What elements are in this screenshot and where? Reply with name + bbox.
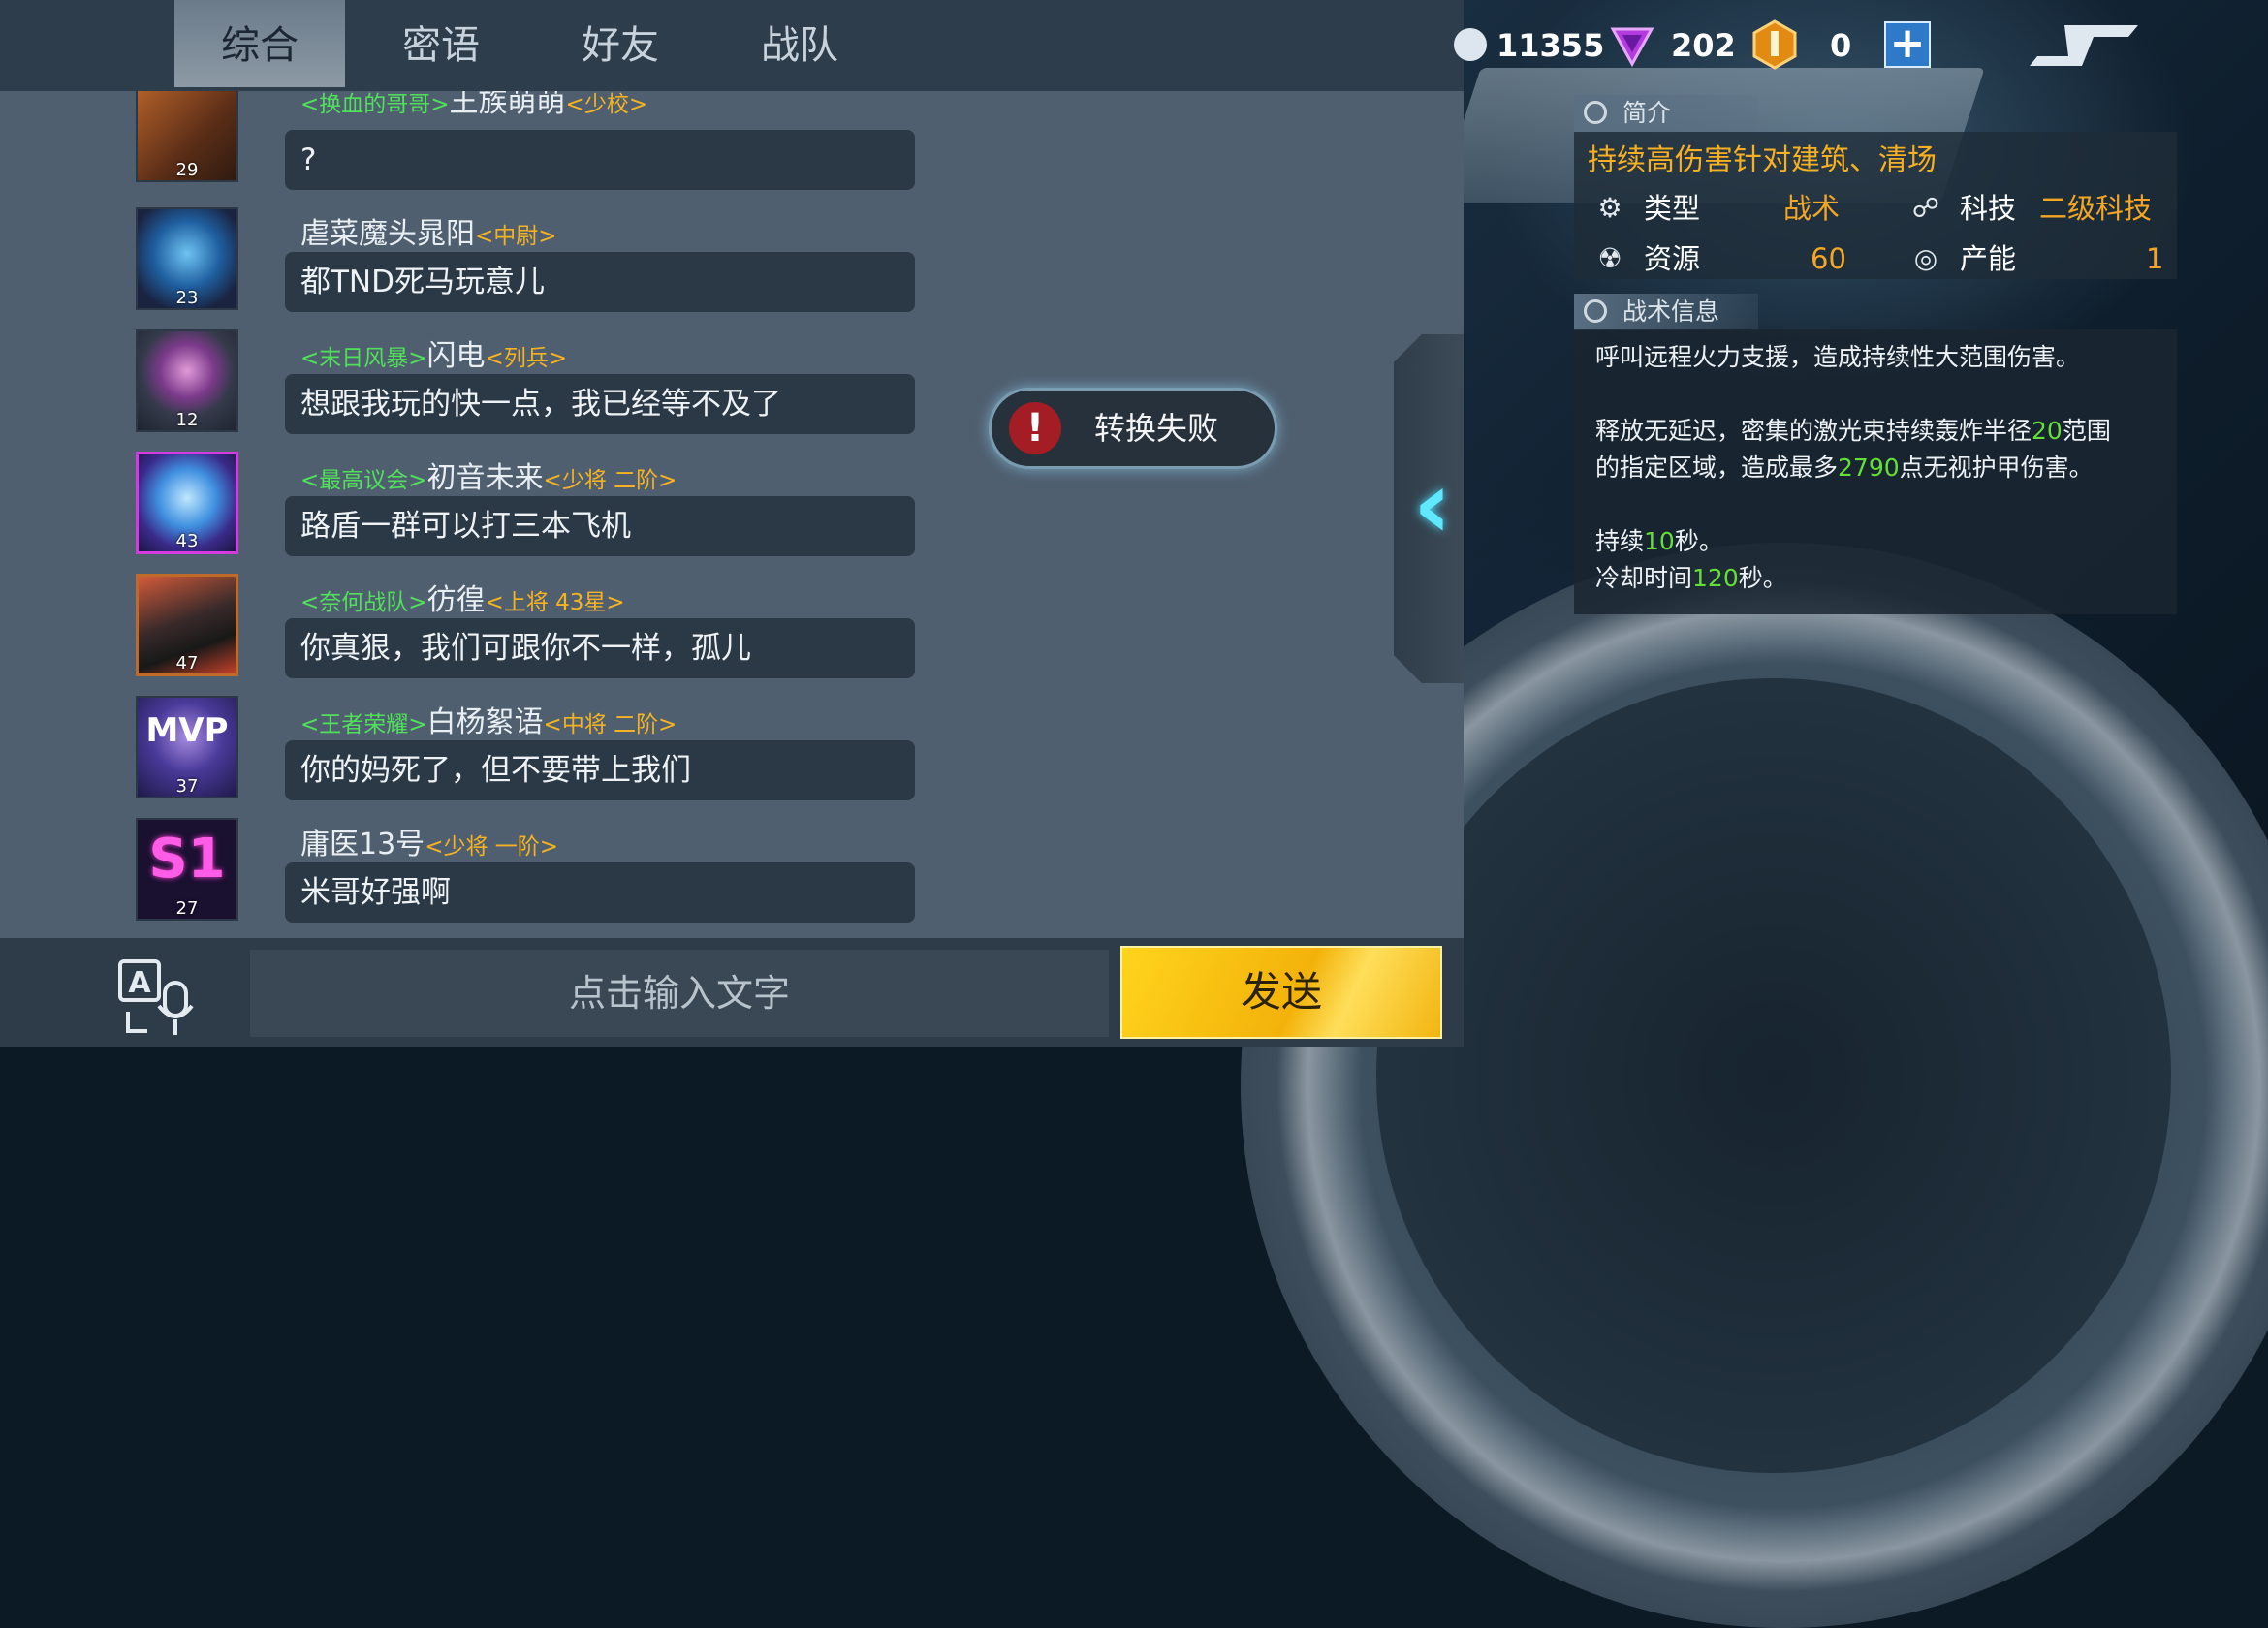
tab-friends[interactable]: 好友 — [538, 0, 703, 87]
mvp-emblem-icon: MVP — [145, 711, 229, 750]
gem-icon — [1610, 27, 1654, 68]
message-bubble: 米哥好强啊 — [285, 862, 915, 923]
sender-guild: <最高议会> — [300, 468, 427, 493]
avatar-level: 27 — [175, 898, 199, 919]
avatar-level: 47 — [175, 653, 199, 673]
sender-rank: <中将 二阶> — [543, 712, 677, 737]
avatar[interactable]: MVP 37 — [136, 696, 238, 798]
chat-tabs: 综合 密语 好友 战队 — [0, 0, 1464, 91]
message-bubble: 想跟我玩的快一点，我已经等不及了 — [285, 374, 915, 434]
desc-line: 释放无延迟，密集的激光束持续轰炸半径20范围 — [1595, 417, 2111, 445]
stat-tech: ☍ 科技 二级科技 — [1906, 186, 2177, 231]
voice-text-toggle-icon: A — [118, 959, 194, 1035]
sender-line: <王者荣耀>白杨絮语<中将 二阶> — [300, 698, 677, 740]
message-bubble: ? — [285, 130, 915, 190]
tab-team[interactable]: 战队 — [717, 0, 882, 87]
message-bubble: 都TND死马玩意儿 — [285, 252, 915, 312]
avatar[interactable]: 29 — [136, 91, 238, 182]
avatar[interactable]: S1 27 — [136, 818, 238, 921]
sender-name[interactable]: 王族萌萌 — [450, 91, 566, 119]
sender-line: 庸医13号<少将 一阶> — [300, 820, 558, 862]
avatar[interactable]: 43 — [136, 452, 238, 554]
stat-power: ◎ 产能 1 — [1906, 236, 2177, 281]
type-icon: ⚙ — [1597, 192, 1622, 224]
message-list[interactable]: 29 <换血的哥哥>王族萌萌<少校> ? 23 虐菜魔头晁阳<中尉> 都TND死… — [0, 91, 1464, 938]
sender-name[interactable]: 彷徨 — [427, 583, 486, 617]
sender-rank: <列兵> — [485, 346, 568, 371]
message-bubble: 你的妈死了，但不要带上我们 — [285, 740, 915, 800]
send-button[interactable]: 发送 — [1120, 946, 1442, 1039]
sender-name[interactable]: 庸医13号 — [300, 828, 425, 861]
tab-general[interactable]: 综合 — [174, 0, 345, 87]
resource-icon: ☢ — [1597, 242, 1622, 274]
error-toast: ! 转换失败 — [989, 388, 1277, 469]
sender-name[interactable]: 初音未来 — [427, 461, 544, 495]
svg-text:A: A — [128, 966, 151, 1000]
chat-panel: 综合 密语 好友 战队 29 <换血的哥哥>王族萌萌<少校> ? 23 虐菜魔头… — [0, 0, 1464, 1047]
medal-value: 0 — [1830, 27, 1852, 64]
sender-rank: <少校> — [565, 92, 648, 117]
stat-resource: ☢ 资源 60 — [1590, 236, 1851, 281]
game-logo-icon — [2030, 25, 2138, 66]
collapse-panel-button[interactable]: ‹ — [1394, 334, 1464, 683]
sender-rank: <少将 二阶> — [543, 468, 677, 493]
avatar-level: 29 — [175, 160, 199, 180]
tactic-header: 战术信息 — [1574, 294, 1758, 330]
avatar-level: 43 — [175, 531, 199, 551]
sender-name[interactable]: 虐菜魔头晁阳 — [300, 217, 475, 251]
stat-type: ⚙ 类型 战术 — [1590, 186, 1851, 231]
medal-icon — [1752, 19, 1797, 70]
sender-line: <最高议会>初音未来<少将 二阶> — [300, 454, 677, 496]
sender-line: <末日风暴>闪电<列兵> — [300, 331, 567, 374]
toast-text: 转换失败 — [1094, 410, 1219, 447]
tech-tree-icon: ☍ — [1911, 192, 1940, 224]
scene-platform-inner — [1376, 678, 2171, 1473]
sender-name[interactable]: 闪电 — [427, 339, 486, 373]
sender-guild: <奈何战队> — [300, 590, 427, 615]
avatar[interactable]: 47 — [136, 574, 238, 676]
section-icon — [1584, 101, 1607, 124]
section-icon — [1584, 299, 1607, 323]
desc-line: 冷却时间120秒。 — [1595, 564, 1787, 592]
sender-guild: <王者荣耀> — [300, 712, 427, 737]
voice-input-button[interactable]: A — [114, 957, 202, 1041]
warning-icon: ! — [1009, 402, 1061, 454]
avatar[interactable]: 12 — [136, 329, 238, 432]
gem-value: 202 — [1671, 27, 1736, 64]
tactic-description: 呼叫远程火力支援，造成持续性大范围伤害。 释放无延迟，密集的激光束持续轰炸半径2… — [1574, 329, 2177, 614]
sender-rank: <中尉> — [475, 224, 557, 249]
avatar[interactable]: 23 — [136, 207, 238, 310]
sender-guild: <末日风暴> — [300, 346, 427, 371]
credits-value: 11355 — [1496, 27, 1605, 64]
sender-guild: <换血的哥哥> — [300, 92, 450, 117]
chat-input-bar: A 点击输入文字 发送 — [0, 938, 1464, 1047]
credits-icon — [1454, 28, 1487, 61]
avatar-level: 12 — [175, 410, 199, 430]
chevron-left-icon: ‹ — [1413, 451, 1452, 559]
message-bubble: 你真狠，我们可跟你不一样，孤儿 — [285, 618, 915, 678]
season-emblem-icon: S1 — [148, 828, 226, 891]
intro-header: 简介 — [1574, 95, 1758, 132]
sender-line: 虐菜魔头晁阳<中尉> — [300, 209, 557, 252]
desc-line: 的指定区域，造成最多2790点无视护甲伤害。 — [1595, 454, 2094, 482]
message-bubble: 路盾一群可以打三本飞机 — [285, 496, 915, 556]
avatar-level: 37 — [175, 776, 199, 797]
tab-whisper[interactable]: 密语 — [359, 0, 523, 87]
power-icon: ◎ — [1913, 242, 1938, 274]
sender-rank: <上将 43星> — [485, 590, 625, 615]
sender-rank: <少将 一阶> — [425, 834, 559, 860]
avatar-level: 23 — [175, 288, 199, 308]
desc-line: 持续10秒。 — [1595, 527, 1723, 555]
desc-line: 呼叫远程火力支援，造成持续性大范围伤害。 — [1595, 343, 2081, 371]
sender-line: <奈何战队>彷徨<上将 43星> — [300, 576, 625, 618]
sender-line: <换血的哥哥>王族萌萌<少校> — [300, 91, 647, 120]
sender-name[interactable]: 白杨絮语 — [427, 705, 544, 739]
add-currency-button[interactable]: + — [1884, 21, 1931, 68]
chat-text-input[interactable]: 点击输入文字 — [250, 950, 1109, 1037]
intro-title: 持续高伤害针对建筑、清场 — [1588, 143, 1937, 177]
